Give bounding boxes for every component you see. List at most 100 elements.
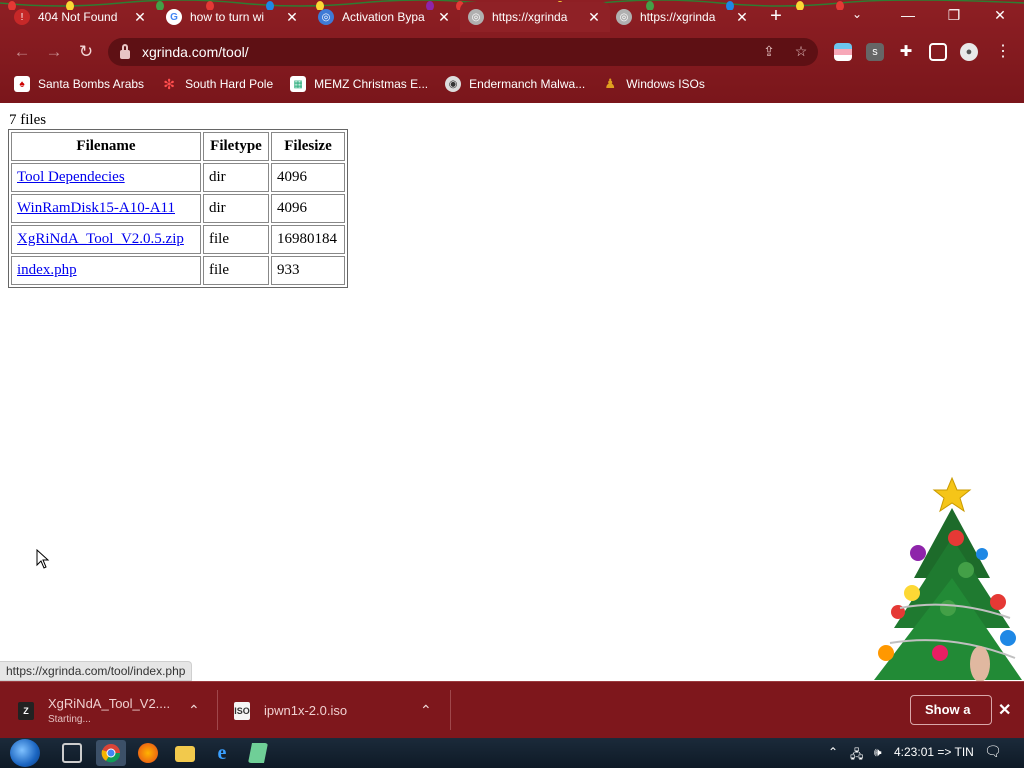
gift-icon: ▦	[290, 76, 307, 92]
filesize-cell: 16980184	[271, 225, 345, 254]
header-filename: Filename	[11, 132, 201, 161]
filename-cell: index.php	[11, 256, 201, 285]
bookmark-label: Windows ISOs	[626, 77, 705, 91]
filetype-cell: file	[203, 256, 269, 285]
table-header-row: Filename Filetype Filesize	[11, 132, 345, 161]
extensions-puzzle-icon[interactable]: ✚	[897, 43, 915, 61]
bookmark-santa-bombs-arabs[interactable]: ♠ Santa Bombs Arabs	[14, 76, 144, 92]
raccoon-icon: ◉	[445, 76, 462, 92]
notification-icon[interactable]: 🗨	[984, 743, 1002, 760]
bookmark-label: MEMZ Christmas E...	[314, 77, 429, 91]
download-status: Starting...	[48, 714, 91, 725]
firefox-icon[interactable]	[138, 743, 158, 763]
s-extension-icon[interactable]: s	[866, 43, 884, 61]
file-link[interactable]: XgRiNdA_Tool_V2.0.5.zip	[17, 231, 184, 247]
christmas-tree-decoration	[874, 476, 1022, 682]
file-link[interactable]: WinRamDisk15-A10-A11	[17, 200, 175, 216]
close-window-button[interactable]: ✕	[980, 4, 1020, 26]
tab-strip: ! 404 Not Found ✕ G how to turn wi ✕ ◎ A…	[0, 0, 1024, 34]
file-link[interactable]: index.php	[17, 262, 77, 278]
shelf-divider	[450, 690, 451, 730]
side-panel-icon[interactable]	[929, 43, 947, 61]
tab-xgrinda-active[interactable]: ◎ https://xgrinda ✕	[460, 2, 610, 32]
bookmarks-bar: ♠ Santa Bombs Arabs ✻ South Hard Pole ▦ …	[0, 70, 1024, 98]
close-tab-icon[interactable]: ✕	[734, 9, 750, 26]
bookmark-label: Santa Bombs Arabs	[38, 77, 145, 91]
tab-title: https://xgrinda	[492, 10, 568, 24]
internet-explorer-icon[interactable]: e	[212, 743, 232, 763]
tab-xgrinda[interactable]: ◎ https://xgrinda ✕	[608, 2, 758, 32]
mouse-cursor-icon	[36, 549, 50, 569]
file-listing-table: Filename Filetype Filesize Tool Dependec…	[8, 129, 348, 288]
close-tab-icon[interactable]: ✕	[586, 9, 602, 26]
network-icon[interactable]: 🖧	[850, 745, 863, 766]
link-status-bar: https://xgrinda.com/tool/index.php	[0, 661, 193, 681]
zip-file-icon: Z	[18, 701, 34, 720]
bookmark-label: Endermanch Malwa...	[469, 77, 586, 91]
file-explorer-icon[interactable]	[175, 746, 195, 762]
tab-google-search[interactable]: G how to turn wi ✕	[158, 2, 308, 32]
globe-favicon-icon: ◎	[616, 9, 632, 25]
bookmark-star-icon[interactable]: ☆	[792, 42, 810, 60]
tab-title: https://xgrinda	[640, 10, 716, 24]
tab-title: how to turn wi	[190, 10, 265, 24]
chrome-taskbar-button[interactable]	[96, 740, 126, 766]
shelf-divider	[217, 690, 218, 730]
filetype-cell: dir	[203, 163, 269, 192]
chevron-up-icon[interactable]: ⌃	[420, 702, 432, 719]
file-link[interactable]: Tool Dependecies	[17, 169, 125, 185]
task-view-icon[interactable]	[62, 743, 82, 763]
santa-icon: ♠	[14, 76, 30, 92]
iso-file-icon: ISO	[234, 701, 250, 720]
table-row: index.php file 933	[11, 256, 345, 285]
filesize-cell: 4096	[271, 194, 345, 223]
tab-search-chevron-icon[interactable]: ⌄	[852, 7, 862, 21]
file-count: 7 files	[9, 112, 47, 128]
back-arrow-icon[interactable]: ←	[10, 40, 34, 64]
header-filesize: Filesize	[271, 132, 345, 161]
new-tab-button[interactable]: +	[764, 6, 788, 28]
address-bar[interactable]	[108, 38, 818, 66]
snowflake-icon: ✻	[163, 75, 175, 92]
bookmark-endermanch-malware[interactable]: ◉ Endermanch Malwa...	[445, 76, 585, 92]
menu-kebab-icon[interactable]: ⋮	[994, 43, 1012, 61]
close-shelf-icon[interactable]: ✕	[998, 700, 1011, 720]
header-filetype: Filetype	[203, 132, 269, 161]
forward-arrow-icon[interactable]: →	[42, 40, 66, 64]
clock[interactable]: 4:23:01 => TIN	[894, 745, 974, 759]
filename-cell: XgRiNdA_Tool_V2.0.5.zip	[11, 225, 201, 254]
show-hidden-icons-chevron[interactable]: ⌃	[828, 745, 838, 759]
notepad-icon[interactable]	[248, 743, 268, 763]
globe-favicon-icon: ◎	[468, 9, 484, 25]
lock-icon[interactable]	[120, 43, 130, 59]
reload-icon[interactable]: ↻	[74, 40, 98, 64]
restore-button[interactable]: ❐	[934, 4, 974, 26]
windows-taskbar: e ⌃ 🖧 🕪 4:23:01 => TIN 🗨	[0, 738, 1024, 768]
chevron-up-icon[interactable]: ⌃	[188, 702, 200, 719]
show-all-button[interactable]: Show a	[910, 695, 992, 725]
chrome-icon	[101, 744, 121, 763]
close-tab-icon[interactable]: ✕	[284, 9, 300, 26]
start-button-icon[interactable]	[10, 739, 40, 767]
profile-avatar-icon[interactable]: ●	[960, 43, 978, 61]
close-tab-icon[interactable]: ✕	[436, 9, 452, 26]
bookmark-label: South Hard Pole	[185, 77, 274, 91]
tab-404-not-found[interactable]: ! 404 Not Found ✕	[6, 2, 156, 32]
flag-extension-icon[interactable]	[834, 43, 852, 61]
download-item-xgrinda-tool[interactable]: Z XgRiNdA_Tool_V2.... Starting... ⌃	[18, 682, 214, 739]
filename-cell: Tool Dependecies	[11, 163, 201, 192]
bookmark-memz-christmas[interactable]: ▦ MEMZ Christmas E...	[290, 76, 428, 92]
share-icon[interactable]: ⇪	[760, 42, 778, 60]
volume-icon[interactable]: 🕪	[874, 745, 882, 760]
page-content: 7 files Filename Filetype Filesize Tool …	[0, 103, 1024, 682]
download-item-ipwn1x[interactable]: ISO ipwn1x-2.0.iso ⌃	[234, 682, 440, 739]
bookmark-windows-isos[interactable]: ♟ Windows ISOs	[602, 76, 705, 92]
table-row: XgRiNdA_Tool_V2.0.5.zip file 16980184	[11, 225, 345, 254]
filetype-cell: dir	[203, 194, 269, 223]
close-tab-icon[interactable]: ✕	[132, 9, 148, 26]
url-input[interactable]	[142, 44, 742, 60]
minimize-button[interactable]: —	[888, 4, 928, 26]
tab-activation-bypass[interactable]: ◎ Activation Bypa ✕	[310, 2, 460, 32]
bookmark-south-hard-pole[interactable]: ✻ South Hard Pole	[161, 76, 273, 92]
table-row: Tool Dependecies dir 4096	[11, 163, 345, 192]
